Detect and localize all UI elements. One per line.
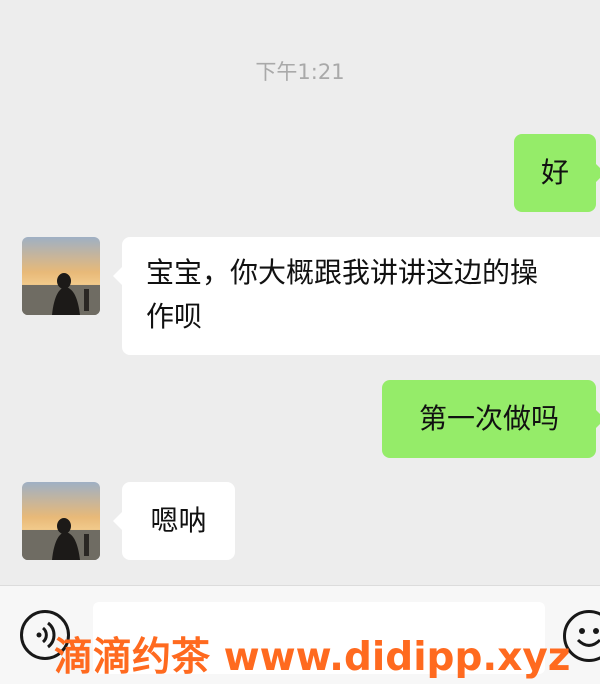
message-bubble-outgoing[interactable]: 好 [514, 134, 600, 212]
bubble-tail [113, 267, 122, 285]
avatar-photo [22, 237, 100, 315]
message-text: 第一次做吗 [418, 402, 559, 435]
message-bubble-outgoing[interactable]: 第一次做吗 [382, 380, 600, 458]
message-bubble-incoming[interactable]: 嗯呐 [113, 482, 235, 560]
message-text-line-1: 宝宝，你大概跟我讲讲这边的操 [146, 256, 539, 289]
message-text: 嗯呐 [150, 504, 207, 537]
avatar-photo [22, 482, 100, 560]
contact-avatar[interactable] [22, 237, 100, 315]
message-text-line-2: 作呗 [146, 300, 203, 333]
contact-avatar[interactable] [22, 482, 100, 560]
message-bubble-incoming[interactable]: 宝宝，你大概跟我讲讲这边的操 作呗 [113, 237, 600, 355]
bubble-tail [596, 410, 600, 428]
message-text: 好 [540, 156, 569, 189]
bubble-tail [596, 164, 600, 182]
watermark-text: 滴滴约茶 www.didipp.xyz [54, 635, 571, 680]
message-timestamp: 下午1:21 [255, 60, 345, 84]
chat-area: 下午1:21 好 宝宝，你大概跟我讲讲这边的操 作呗 第一次做吗 嗯呐 [0, 0, 600, 585]
bubble-tail [113, 512, 122, 530]
